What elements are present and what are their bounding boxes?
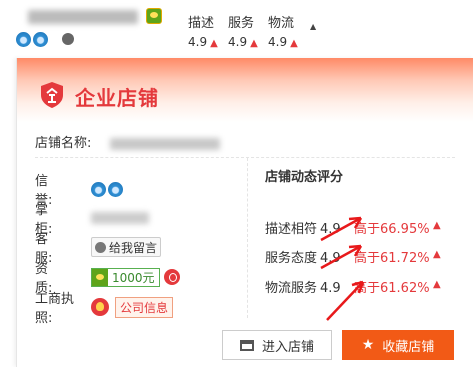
rating-name: 服务态度 bbox=[265, 251, 318, 266]
arrow-up-icon: ▲ bbox=[290, 38, 298, 49]
company-info-link[interactable]: 公司信息 bbox=[115, 296, 174, 318]
license-label: 工商执照: bbox=[35, 292, 75, 326]
deposit-icon bbox=[92, 268, 108, 286]
enter-shop-label: 进入店铺 bbox=[261, 339, 314, 355]
credit-crowns bbox=[91, 181, 123, 197]
top-rating-label: 物流 bbox=[268, 16, 295, 31]
favorite-shop-label: 收藏店铺 bbox=[382, 339, 435, 355]
license-row: 工商执照: 公司信息 bbox=[35, 288, 174, 326]
deposit-badge[interactable]: 1000元 bbox=[91, 267, 160, 287]
star-icon: ★ bbox=[361, 337, 375, 353]
business-license-icon[interactable] bbox=[91, 298, 109, 316]
top-rating-value: 4.9 bbox=[268, 35, 288, 49]
rating-name: 描述相符 bbox=[265, 222, 318, 237]
funds-badge-icon bbox=[146, 8, 162, 24]
caret-up-icon[interactable]: ▲ bbox=[310, 22, 316, 31]
crown-icon bbox=[108, 181, 123, 197]
popup-header: 企业店铺 bbox=[17, 58, 473, 122]
arrow-up-icon: ▲ bbox=[433, 279, 441, 290]
arrow-up-icon: ▲ bbox=[210, 38, 218, 49]
rating-section-title: 店铺动态评分 bbox=[265, 170, 344, 185]
top-rating-logistics: 物流 4.9 ▲ bbox=[268, 12, 298, 49]
enterprise-seal-icon[interactable] bbox=[163, 269, 180, 285]
crown-icon bbox=[91, 181, 106, 197]
annotation-arrows bbox=[320, 216, 365, 321]
top-rating-desc: 描述 4.9 ▲ bbox=[188, 12, 218, 49]
arrow-up-icon: ▲ bbox=[433, 220, 441, 231]
wangwang-chat-icon[interactable] bbox=[62, 33, 74, 45]
shop-name-value-blurred bbox=[109, 137, 220, 150]
leave-message-label: 给我留言 bbox=[109, 240, 158, 255]
arrow-up-icon: ▲ bbox=[433, 249, 441, 260]
top-rating-value: 4.9 bbox=[228, 35, 248, 49]
top-rating-service: 服务 4.9 ▲ bbox=[228, 12, 258, 49]
shop-name-label: 店铺名称: bbox=[35, 136, 92, 151]
rating-name: 物流服务 bbox=[265, 281, 318, 296]
top-rating-label: 服务 bbox=[228, 16, 255, 31]
wangwang-chat-icon bbox=[95, 241, 106, 253]
leave-message-button[interactable]: 给我留言 bbox=[91, 237, 162, 257]
shop-info-popup: 企业店铺 店铺名称: 信 誉: 掌 柜: 客 服: 给我留言 资 质: 1000… bbox=[16, 58, 473, 367]
owner-name-blurred bbox=[91, 212, 149, 224]
crown-icon bbox=[16, 32, 31, 47]
crown-icon bbox=[33, 32, 48, 47]
popup-title: 企业店铺 bbox=[75, 86, 159, 110]
shop-name-row: 店铺名称: bbox=[35, 132, 220, 151]
divider bbox=[35, 157, 455, 158]
divider bbox=[247, 158, 248, 318]
enter-shop-button[interactable]: 进入店铺 bbox=[222, 330, 332, 360]
store-icon bbox=[239, 339, 254, 351]
favorite-shop-button[interactable]: ★ 收藏店铺 bbox=[342, 330, 454, 360]
arrow-up-icon: ▲ bbox=[250, 38, 258, 49]
credit-crowns bbox=[16, 32, 48, 47]
shop-header-bar: 描述 4.9 ▲ 服务 4.9 ▲ 物流 4.9 ▲ ▲ bbox=[0, 0, 473, 58]
deposit-amount: 1000元 bbox=[112, 270, 155, 285]
shop-name-blurred[interactable] bbox=[28, 10, 138, 24]
top-rating-value: 4.9 bbox=[188, 35, 208, 49]
top-rating-label: 描述 bbox=[188, 16, 215, 31]
enterprise-shield-icon bbox=[41, 82, 63, 108]
